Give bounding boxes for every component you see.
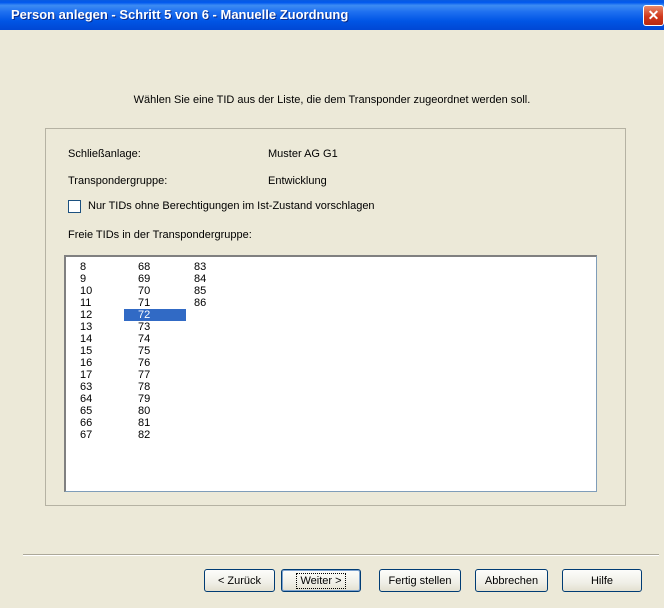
tid-list-item[interactable]: 16 xyxy=(80,357,92,369)
no-permissions-checkbox-label[interactable]: Nur TIDs ohne Berechtigungen im Ist-Zust… xyxy=(88,200,375,212)
tid-list-item[interactable]: 79 xyxy=(124,393,186,405)
tid-list-item[interactable]: 80 xyxy=(124,405,186,417)
close-button[interactable]: ✕ xyxy=(643,5,664,26)
tid-list-item[interactable]: 65 xyxy=(80,405,92,417)
tid-column-1: 8 9 10 11 12 13 14 15 16 17 63 64 65 66 67 xyxy=(80,261,92,441)
tid-list-item[interactable]: 14 xyxy=(80,333,92,345)
finish-button[interactable]: Fertig stellen xyxy=(379,569,461,592)
transpondergruppe-value: Entwicklung xyxy=(268,175,327,187)
tid-list-item[interactable]: 85 xyxy=(194,285,206,297)
free-tids-label: Freie TIDs in der Transpondergruppe: xyxy=(68,229,252,241)
transpondergruppe-label: Transpondergruppe: xyxy=(68,175,168,187)
window-title: Person anlegen - Schritt 5 von 6 - Manue… xyxy=(11,7,349,22)
instruction-text: Wählen Sie eine TID aus der Liste, die d… xyxy=(133,94,531,106)
tid-column-3: 83 84 85 86 xyxy=(194,261,206,309)
tid-list-item[interactable]: 13 xyxy=(80,321,92,333)
schliessanlage-label: Schließanlage: xyxy=(68,148,141,160)
tid-list-item[interactable]: 67 xyxy=(80,429,92,441)
tid-list-item[interactable]: 66 xyxy=(80,417,92,429)
tid-list-item[interactable]: 76 xyxy=(124,357,186,369)
tid-list-item[interactable]: 75 xyxy=(124,345,186,357)
tid-list-item[interactable]: 82 xyxy=(124,429,186,441)
tid-list-item[interactable]: 17 xyxy=(80,369,92,381)
tid-list-item[interactable]: 63 xyxy=(80,381,92,393)
tid-list-item[interactable]: 74 xyxy=(124,333,186,345)
back-button-label: < Zurück xyxy=(217,574,262,587)
close-icon: ✕ xyxy=(647,7,660,23)
tid-list-item[interactable]: 11 xyxy=(80,297,92,309)
tid-list-item[interactable]: 72 xyxy=(124,309,186,321)
tid-list-item[interactable]: 15 xyxy=(80,345,92,357)
tid-list-item[interactable]: 73 xyxy=(124,321,186,333)
title-bar: Person anlegen - Schritt 5 von 6 - Manue… xyxy=(0,0,664,30)
next-button-label: Weiter > xyxy=(296,572,346,589)
tid-list-item[interactable]: 12 xyxy=(80,309,92,321)
tid-list-item[interactable]: 78 xyxy=(124,381,186,393)
tid-list-item[interactable]: 86 xyxy=(194,297,206,309)
next-button[interactable]: Weiter > xyxy=(281,569,361,592)
tid-list-item[interactable]: 68 xyxy=(124,261,186,273)
no-permissions-checkbox[interactable] xyxy=(68,200,81,213)
help-button[interactable]: Hilfe xyxy=(562,569,642,592)
tid-column-2: 68 69 70 71 72 73 74 75 76 77 78 79 80 81 82 xyxy=(124,261,186,441)
free-tids-listbox[interactable]: 8 9 10 11 12 13 14 15 16 17 63 64 65 66 67 68 69 70 71 72 7… xyxy=(64,255,597,492)
back-button[interactable]: < Zurück xyxy=(204,569,275,592)
tid-list-item[interactable]: 9 xyxy=(80,273,92,285)
cancel-button-label: Abbrechen xyxy=(484,574,539,587)
tid-list-item[interactable]: 71 xyxy=(124,297,186,309)
help-button-label: Hilfe xyxy=(590,574,613,587)
button-separator xyxy=(23,554,659,556)
tid-list-item[interactable]: 10 xyxy=(80,285,92,297)
tid-list-item[interactable]: 64 xyxy=(80,393,92,405)
schliessanlage-value: Muster AG G1 xyxy=(268,148,338,160)
tid-list-item[interactable]: 77 xyxy=(124,369,186,381)
cancel-button[interactable]: Abbrechen xyxy=(475,569,548,592)
tid-list-item[interactable]: 84 xyxy=(194,273,206,285)
tid-list-item[interactable]: 8 xyxy=(80,261,92,273)
tid-list-item[interactable]: 81 xyxy=(124,417,186,429)
tid-list-item[interactable]: 83 xyxy=(194,261,206,273)
finish-button-label: Fertig stellen xyxy=(388,574,452,587)
tid-list-item[interactable]: 70 xyxy=(124,285,186,297)
tid-list-item[interactable]: 69 xyxy=(124,273,186,285)
